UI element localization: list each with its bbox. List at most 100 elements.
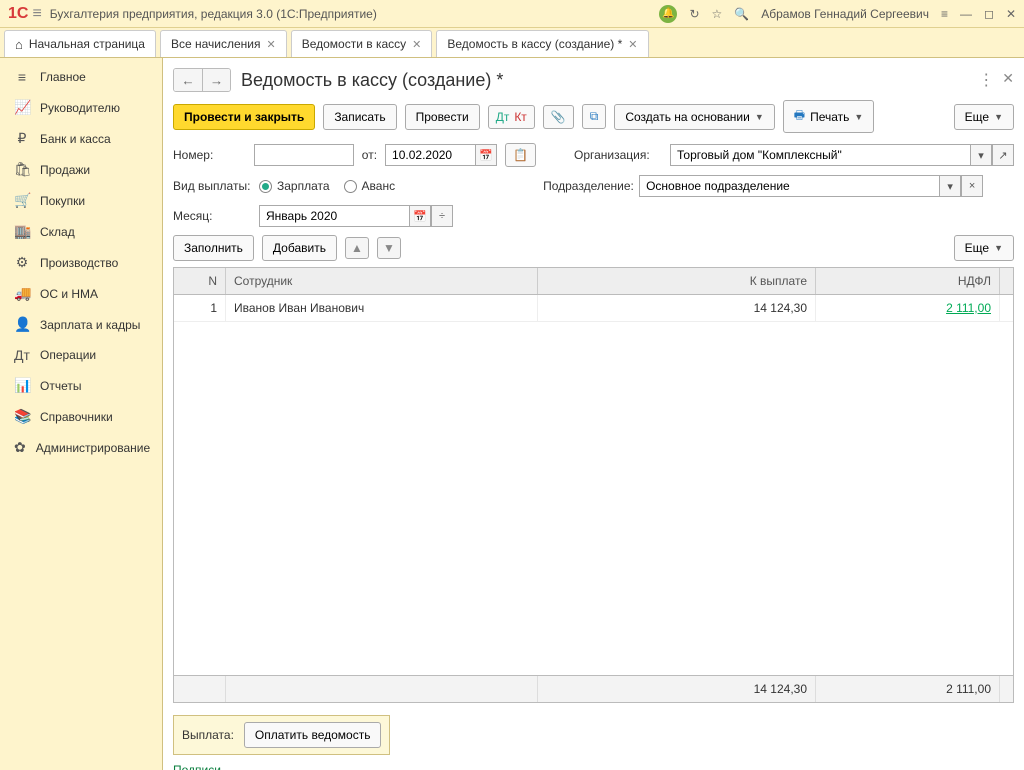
toolbar: Провести и закрыть Записать Провести ДтК…: [173, 100, 1014, 133]
main-menu-icon[interactable]: ≡: [32, 5, 41, 23]
create-based-button[interactable]: Создать на основании ▼: [614, 104, 774, 130]
clear-icon[interactable]: ×: [961, 175, 983, 197]
sidebar-item-label: Главное: [40, 70, 86, 84]
chevron-down-icon[interactable]: ▾: [939, 175, 961, 197]
table-more-button[interactable]: Еще ▼: [954, 235, 1014, 261]
dt-kt-button[interactable]: ДтКт: [488, 105, 535, 129]
books-icon: 📚: [14, 408, 30, 425]
radio-advance[interactable]: Аванс: [344, 179, 396, 193]
sidebar-item-admin[interactable]: ✿Администрирование: [0, 432, 162, 463]
more-button[interactable]: Еще ▼: [954, 104, 1014, 130]
move-up-button[interactable]: ▲: [345, 237, 369, 259]
window-minimize-icon[interactable]: —: [960, 7, 972, 21]
attach-button[interactable]: 📎: [543, 105, 574, 129]
chevron-down-icon[interactable]: ▾: [970, 144, 992, 166]
col-n[interactable]: N: [174, 268, 226, 294]
sidebar-item-reports[interactable]: 📊Отчеты: [0, 370, 162, 401]
truck-icon: 🚚: [14, 285, 30, 302]
search-icon[interactable]: 🔍: [734, 7, 749, 21]
post-and-close-button[interactable]: Провести и закрыть: [173, 104, 315, 130]
grid-header: N Сотрудник К выплате НДФЛ: [174, 268, 1013, 295]
sidebar-item-label: Отчеты: [40, 379, 81, 393]
table-row[interactable]: 1 Иванов Иван Иванович 14 124,30 2 111,0…: [174, 295, 1013, 322]
print-button[interactable]: 🖶 Печать ▼: [783, 100, 875, 133]
tab-label: Начальная страница: [29, 37, 145, 51]
tab-row: ⌂ Начальная страница Все начисления ✕ Ве…: [0, 28, 1024, 58]
sidebar-item-bank[interactable]: ₽Банк и касса: [0, 123, 162, 154]
sidebar-item-salary[interactable]: 👤Зарплата и кадры: [0, 309, 162, 340]
sidebar-item-warehouse[interactable]: 🏬Склад: [0, 216, 162, 247]
radio-icon: [344, 180, 357, 193]
org-label: Организация:: [574, 148, 662, 162]
nav-back-button[interactable]: ←: [174, 69, 202, 91]
sidebar-item-label: Продажи: [40, 163, 90, 177]
warehouse-icon: 🏬: [14, 223, 30, 240]
nav-forward-button[interactable]: →: [202, 69, 230, 91]
department-input[interactable]: [639, 175, 939, 197]
number-input[interactable]: [254, 144, 354, 166]
sidebar-item-label: Справочники: [40, 410, 113, 424]
calendar-icon[interactable]: 📅: [475, 144, 497, 166]
sidebar-item-label: Руководителю: [40, 101, 120, 115]
app-logo: 1C: [8, 5, 28, 23]
write-button[interactable]: Записать: [323, 104, 396, 130]
signatures-link[interactable]: Подписи: [173, 763, 221, 770]
settings-lines-icon[interactable]: ≡: [941, 7, 948, 21]
sidebar-item-main[interactable]: ≡ Главное: [0, 62, 162, 92]
close-icon[interactable]: ✕: [412, 38, 421, 51]
sidebar-item-production[interactable]: ⚙Производство: [0, 247, 162, 278]
tab-payroll-create[interactable]: Ведомость в кассу (создание) * ✕: [436, 30, 648, 57]
home-icon: ⌂: [15, 37, 23, 52]
post-button[interactable]: Провести: [405, 104, 480, 130]
sidebar-item-label: Банк и касса: [40, 132, 111, 146]
close-page-icon[interactable]: ✕: [1002, 70, 1014, 90]
cell-n: 1: [174, 295, 226, 321]
spinner-icon[interactable]: ÷: [431, 205, 453, 227]
close-icon[interactable]: ✕: [628, 38, 637, 51]
sidebar-item-assets[interactable]: 🚚ОС и НМА: [0, 278, 162, 309]
attach-form-button[interactable]: 📋: [505, 143, 536, 167]
radio-icon: [259, 180, 272, 193]
payout-label: Выплата:: [182, 728, 234, 742]
move-down-button[interactable]: ▼: [377, 237, 401, 259]
tab-all-accruals[interactable]: Все начисления ✕: [160, 30, 287, 57]
month-input[interactable]: [259, 205, 409, 227]
bag-icon: 🛍: [14, 161, 30, 178]
tab-payrolls-cash[interactable]: Ведомости в кассу ✕: [291, 30, 433, 57]
dt-kt-icon: Дт: [14, 347, 30, 363]
grid-footer: 14 124,30 2 111,00: [174, 675, 1013, 702]
date-input[interactable]: [385, 144, 475, 166]
sidebar-item-catalogs[interactable]: 📚 Справочники: [0, 401, 162, 432]
person-icon: 👤: [14, 316, 30, 333]
tab-label: Ведомость в кассу (создание) *: [447, 37, 622, 51]
add-button[interactable]: Добавить: [262, 235, 337, 261]
col-employee[interactable]: Сотрудник: [226, 268, 538, 294]
cell-ndfl[interactable]: 2 111,00: [816, 295, 1000, 321]
kebab-icon[interactable]: ⋮: [978, 70, 994, 90]
foot-emp: [226, 676, 538, 702]
radio-salary[interactable]: Зарплата: [259, 179, 330, 193]
sidebar-item-manager[interactable]: 📈Руководителю: [0, 92, 162, 123]
window-close-icon[interactable]: ✕: [1006, 7, 1016, 21]
open-icon[interactable]: ↗: [992, 144, 1014, 166]
col-amount[interactable]: К выплате: [538, 268, 816, 294]
sidebar-item-sales[interactable]: 🛍 Продажи: [0, 154, 162, 185]
grid-body[interactable]: 1 Иванов Иван Иванович 14 124,30 2 111,0…: [174, 295, 1013, 675]
calendar-icon[interactable]: 📅: [409, 205, 431, 227]
tab-home[interactable]: ⌂ Начальная страница: [4, 30, 156, 57]
history-icon[interactable]: ↻: [689, 7, 699, 21]
related-button[interactable]: ⧉: [582, 104, 607, 129]
star-icon[interactable]: ☆: [712, 7, 723, 21]
home-icon: ≡: [14, 69, 30, 85]
fill-button[interactable]: Заполнить: [173, 235, 254, 261]
sidebar-item-operations[interactable]: ДтОперации: [0, 340, 162, 370]
sidebar-item-purchases[interactable]: 🛒Покупки: [0, 185, 162, 216]
app-title: Бухгалтерия предприятия, редакция 3.0 (1…: [50, 7, 660, 21]
window-restore-icon[interactable]: ◻: [984, 7, 994, 21]
bell-icon[interactable]: 🔔: [659, 5, 677, 23]
col-ndfl[interactable]: НДФЛ: [816, 268, 1000, 294]
pay-button[interactable]: Оплатить ведомость: [244, 722, 382, 748]
close-icon[interactable]: ✕: [266, 38, 275, 51]
username[interactable]: Абрамов Геннадий Сергеевич: [761, 7, 929, 21]
org-input[interactable]: [670, 144, 970, 166]
